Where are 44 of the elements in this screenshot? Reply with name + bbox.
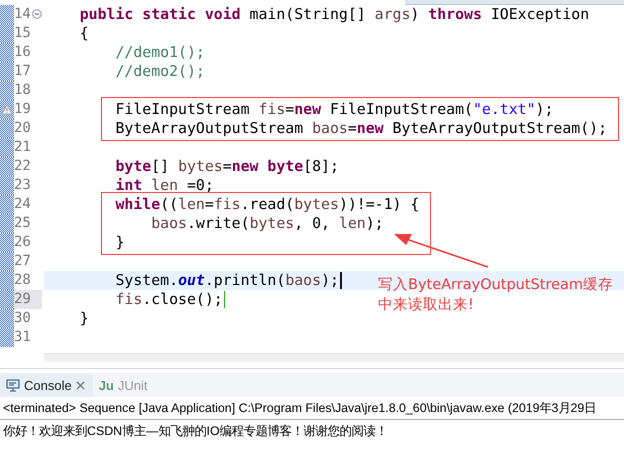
code-line: { bbox=[78, 24, 89, 43]
line-number: 26 bbox=[14, 233, 42, 252]
text-caret bbox=[340, 272, 342, 289]
tab-label: JUnit bbox=[118, 378, 148, 392]
warning-icon bbox=[1, 104, 13, 115]
line-number: 27 bbox=[14, 252, 42, 271]
line-number: 23 bbox=[14, 176, 42, 195]
code-line: int len =0; bbox=[114, 176, 214, 195]
line-number: 21 bbox=[14, 138, 42, 157]
close-icon[interactable] bbox=[76, 380, 85, 390]
line-number: 28 bbox=[14, 271, 42, 290]
line-number: 19 bbox=[14, 100, 42, 119]
junit-icon: Ju bbox=[98, 378, 114, 392]
console-output: 你好！欢迎来到CSDN博主—知飞翀的IO编程专题博客！谢谢您的阅读！ bbox=[2, 423, 389, 440]
monitor-icon bbox=[6, 378, 20, 392]
code-line: byte[] bytes=new byte[8]; bbox=[114, 157, 339, 176]
code-line: baos.write(bytes, 0, len); bbox=[150, 214, 384, 233]
code-line: //demo2(); bbox=[114, 62, 205, 81]
code-line: FileInputStream fis=new FileInputStream("e.txt"); bbox=[114, 100, 554, 119]
code-line: fis.close(); bbox=[114, 290, 223, 309]
console-header: <terminated> Sequence [Java Application] C:\Program Files\Java\jre1.8.0_60\bin\javaw.exe (2019年3月29日 bbox=[0, 397, 624, 420]
line-number: 16 bbox=[14, 43, 42, 62]
code-line: //demo1(); bbox=[114, 43, 205, 62]
tab-label: Console bbox=[24, 378, 72, 392]
line-number: 25 bbox=[14, 214, 42, 233]
line-number: 18 bbox=[14, 81, 42, 100]
line-number: 29 bbox=[14, 290, 42, 309]
line-number: 15 bbox=[14, 24, 42, 43]
horizontal-scrollbar[interactable] bbox=[44, 353, 624, 362]
code-line: } bbox=[114, 233, 124, 252]
code-line: public static void main(String[] args) throws IOException bbox=[78, 5, 590, 24]
collapse-icon[interactable] bbox=[32, 9, 42, 19]
panel-tab[interactable]: Console bbox=[0, 373, 93, 397]
code-line: System.out.println(baos); bbox=[114, 271, 339, 290]
line-number: 31 bbox=[14, 328, 42, 347]
line-number: 30 bbox=[14, 309, 42, 328]
line-number: 17 bbox=[14, 62, 42, 81]
code-line: } bbox=[78, 309, 89, 328]
line-number: 22 bbox=[14, 157, 42, 176]
code-line: ByteArrayOutputStream baos=new ByteArrayOutputStream(); bbox=[114, 119, 608, 138]
line-number: 24 bbox=[14, 195, 42, 214]
annotation-text: 写入ByteArrayOutputStream缓存中来读取出来! bbox=[378, 276, 614, 315]
code-line: while((len=fis.read(bytes))!=-1) { bbox=[114, 195, 420, 214]
line-number: 20 bbox=[14, 119, 42, 138]
